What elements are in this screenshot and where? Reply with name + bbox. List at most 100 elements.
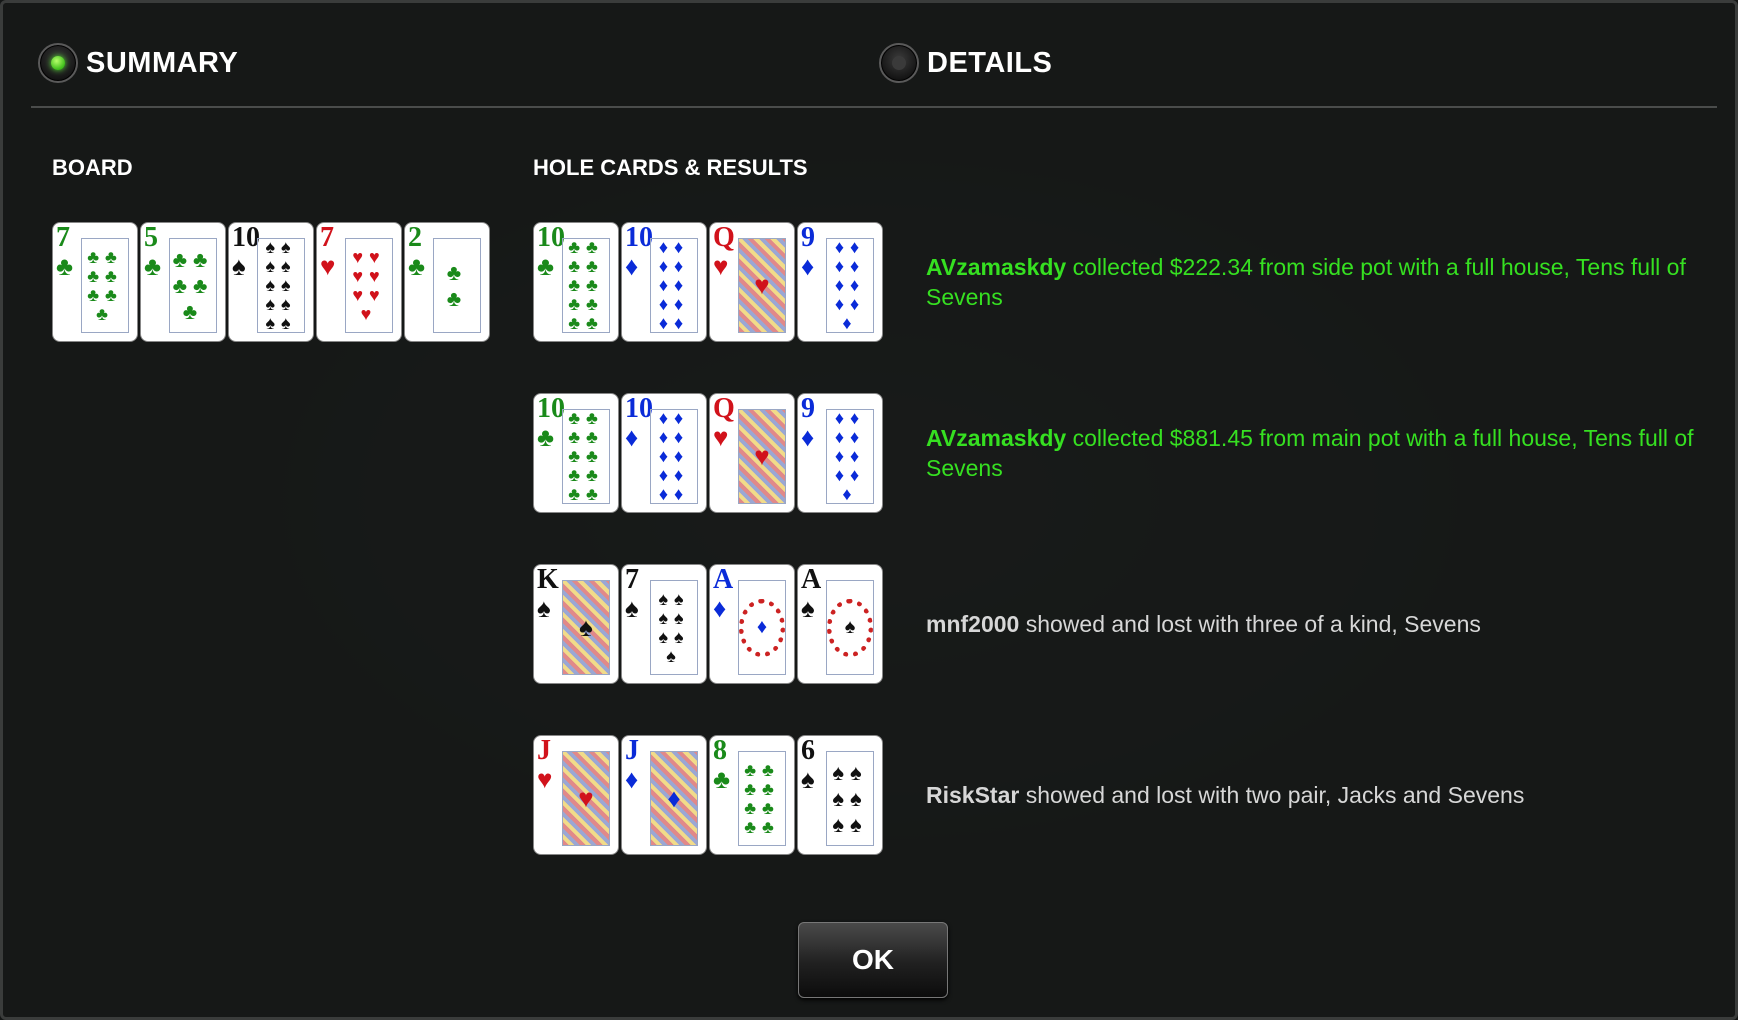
playing-card: J ♥ ♥ <box>533 735 619 855</box>
card-suit-icon: ♦ <box>801 422 815 452</box>
card-face: ♠♠ ♠♠ ♠♠ <box>826 751 874 846</box>
card-pips-icon: ♦♦ ♦♦ ♦♦ ♦♦ ♦♦ <box>658 408 690 504</box>
card-rank: A <box>713 564 734 595</box>
playing-card: Q ♥ ♥ <box>709 393 795 513</box>
card-face: ♣♣ ♣♣ ♣ <box>169 238 217 333</box>
playing-card: Q ♥ ♥ <box>709 222 795 342</box>
card-face: ♦♦ ♦♦ ♦♦ ♦♦ ♦♦ <box>650 409 698 504</box>
card-face: ♠♠ ♠♠ ♠♠ ♠ <box>650 580 698 675</box>
playing-card: 8 ♣ ♣♣ ♣♣ ♣♣ ♣♣ <box>709 735 795 855</box>
playing-card: 10 ♣ ♣♣ ♣♣ ♣♣ ♣♣ ♣♣ <box>533 393 619 513</box>
card-pips-icon: ♣♣ ♣♣ ♣♣ ♣♣ ♣♣ <box>568 237 604 333</box>
tab-details[interactable]: DETAILS <box>879 43 1052 83</box>
card-rank: 2 <box>408 222 422 253</box>
card-pips-icon: ♣ ♣ <box>446 259 468 311</box>
card-pips-icon: ♦♦ ♦♦ ♦♦ ♦♦ ♦ <box>834 237 866 333</box>
card-face: ♦♦ ♦♦ ♦♦ ♦♦ ♦ <box>826 238 874 333</box>
card-face: ♦♦ ♦♦ ♦♦ ♦♦ ♦ <box>826 409 874 504</box>
playing-card: 10 ♦ ♦♦ ♦♦ ♦♦ ♦♦ ♦♦ <box>621 393 707 513</box>
card-face: ♠♠ ♠♠ ♠♠ ♠♠ ♠♠ <box>257 238 305 333</box>
card-rank: Q <box>713 222 735 253</box>
card-suit-icon: ♠ <box>801 593 815 623</box>
card-suit-icon: ♣ <box>144 251 162 281</box>
card-face: ♠ <box>562 580 610 675</box>
card-rank: 9 <box>801 393 815 424</box>
court-figure-icon: ♥ <box>563 752 609 845</box>
ace-emblem-icon: ♦ <box>739 598 785 657</box>
playing-card: 7 ♣ ♣♣ ♣♣ ♣♣ ♣ <box>52 222 138 342</box>
result-text: RiskStar showed and lost with two pair, … <box>926 780 1696 810</box>
hole-cards-row: 10 ♣ ♣♣ ♣♣ ♣♣ ♣♣ ♣♣ 10 ♦ ♦♦ ♦♦ ♦♦ ♦♦ ♦♦ Q ♥ ♥ 9 ♦ ♦… <box>533 393 883 513</box>
card-face: ♥ <box>562 751 610 846</box>
card-rank: J <box>537 735 551 766</box>
tab-summary-label: SUMMARY <box>86 46 239 79</box>
ace-emblem-icon: ♠ <box>827 598 873 657</box>
card-suit-icon: ♠ <box>625 593 639 623</box>
card-suit-icon: ♥ <box>320 251 336 281</box>
player-name: mnf2000 <box>926 611 1020 637</box>
card-rank: 9 <box>801 222 815 253</box>
hole-cards-row: 10 ♣ ♣♣ ♣♣ ♣♣ ♣♣ ♣♣ 10 ♦ ♦♦ ♦♦ ♦♦ ♦♦ ♦♦ Q ♥ ♥ 9 ♦ ♦… <box>533 222 883 342</box>
playing-card: 10 ♣ ♣♣ ♣♣ ♣♣ ♣♣ ♣♣ <box>533 222 619 342</box>
playing-card: 9 ♦ ♦♦ ♦♦ ♦♦ ♦♦ ♦ <box>797 393 883 513</box>
tab-divider <box>31 106 1717 108</box>
board-cards: 7 ♣ ♣♣ ♣♣ ♣♣ ♣ 5 ♣ ♣♣ ♣♣ ♣ 10 ♠ ♠♠ ♠♠ ♠♠ ♠♠ ♠♠ 7 ♥… <box>52 222 490 342</box>
tab-summary[interactable]: SUMMARY <box>38 43 238 83</box>
card-suit-icon: ♣ <box>408 251 426 281</box>
player-name: RiskStar <box>926 782 1020 808</box>
court-figure-icon: ♥ <box>739 410 785 503</box>
card-suit-icon: ♦ <box>625 251 639 281</box>
card-suit-icon: ♦ <box>625 422 639 452</box>
playing-card: K ♠ ♠ <box>533 564 619 684</box>
playing-card: J ♦ ♦ <box>621 735 707 855</box>
card-suit-icon: ♠ <box>801 764 815 794</box>
result-text: mnf2000 showed and lost with three of a … <box>926 609 1696 639</box>
card-face: ♦ <box>738 580 786 675</box>
card-face: ♣♣ ♣♣ ♣♣ ♣♣ ♣♣ <box>562 409 610 504</box>
card-rank: J <box>625 735 639 766</box>
card-rank: 10 <box>625 222 653 253</box>
card-rank: 10 <box>625 393 653 424</box>
court-figure-icon: ♠ <box>563 581 609 674</box>
card-pips-icon: ♠♠ ♠♠ ♠♠ ♠ <box>658 588 690 666</box>
card-suit-icon: ♦ <box>801 251 815 281</box>
card-rank: Q <box>713 393 735 424</box>
card-pips-icon: ♣♣ ♣♣ ♣♣ ♣♣ ♣♣ <box>568 408 604 504</box>
card-suit-icon: ♠ <box>537 593 551 623</box>
playing-card: A ♠ ♠ <box>797 564 883 684</box>
card-pips-icon: ♣♣ ♣♣ ♣ <box>172 246 214 324</box>
playing-card: 10 ♠ ♠♠ ♠♠ ♠♠ ♠♠ ♠♠ <box>228 222 314 342</box>
card-face: ♣♣ ♣♣ ♣♣ ♣♣ <box>738 751 786 846</box>
hand-summary-dialog: SUMMARY DETAILS BOARD HOLE CARDS & RESUL… <box>0 0 1738 1020</box>
playing-card: 7 ♥ ♥♥ ♥♥ ♥♥ ♥ <box>316 222 402 342</box>
card-rank: 8 <box>713 735 727 766</box>
card-pips-icon: ♥♥ ♥♥ ♥♥ ♥ <box>352 246 386 324</box>
result-description: showed and lost with three of a kind, Se… <box>1019 611 1481 637</box>
card-pips-icon: ♣♣ ♣♣ ♣♣ ♣ <box>87 246 123 324</box>
card-suit-icon: ♣ <box>56 251 74 281</box>
card-face: ♦ <box>650 751 698 846</box>
card-suit-icon: ♦ <box>625 764 639 794</box>
hole-cards-heading: HOLE CARDS & RESULTS <box>533 155 808 180</box>
card-face: ♣ ♣ <box>433 238 481 333</box>
result-text: AVzamaskdy collected $222.34 from side p… <box>926 252 1696 312</box>
card-suit-icon: ♥ <box>713 422 729 452</box>
summary-radio-icon[interactable] <box>38 43 78 83</box>
details-radio-icon[interactable] <box>879 43 919 83</box>
card-suit-icon: ♦ <box>713 593 727 623</box>
card-rank: K <box>537 564 559 595</box>
card-pips-icon: ♠♠ ♠♠ ♠♠ ♠♠ ♠♠ <box>265 237 297 333</box>
card-face: ♥♥ ♥♥ ♥♥ ♥ <box>345 238 393 333</box>
card-suit-icon: ♣ <box>537 251 555 281</box>
player-name: AVzamaskdy <box>926 254 1067 280</box>
court-figure-icon: ♦ <box>651 752 697 845</box>
playing-card: 10 ♦ ♦♦ ♦♦ ♦♦ ♦♦ ♦♦ <box>621 222 707 342</box>
card-pips-icon: ♣♣ ♣♣ ♣♣ ♣♣ <box>744 759 780 837</box>
ok-button[interactable]: OK <box>798 922 948 998</box>
playing-card: 5 ♣ ♣♣ ♣♣ ♣ <box>140 222 226 342</box>
card-suit-icon: ♥ <box>537 764 553 794</box>
card-suit-icon: ♣ <box>713 764 731 794</box>
result-description: showed and lost with two pair, Jacks and… <box>1019 782 1525 808</box>
card-pips-icon: ♦♦ ♦♦ ♦♦ ♦♦ ♦ <box>834 408 866 504</box>
player-name: AVzamaskdy <box>926 425 1067 451</box>
